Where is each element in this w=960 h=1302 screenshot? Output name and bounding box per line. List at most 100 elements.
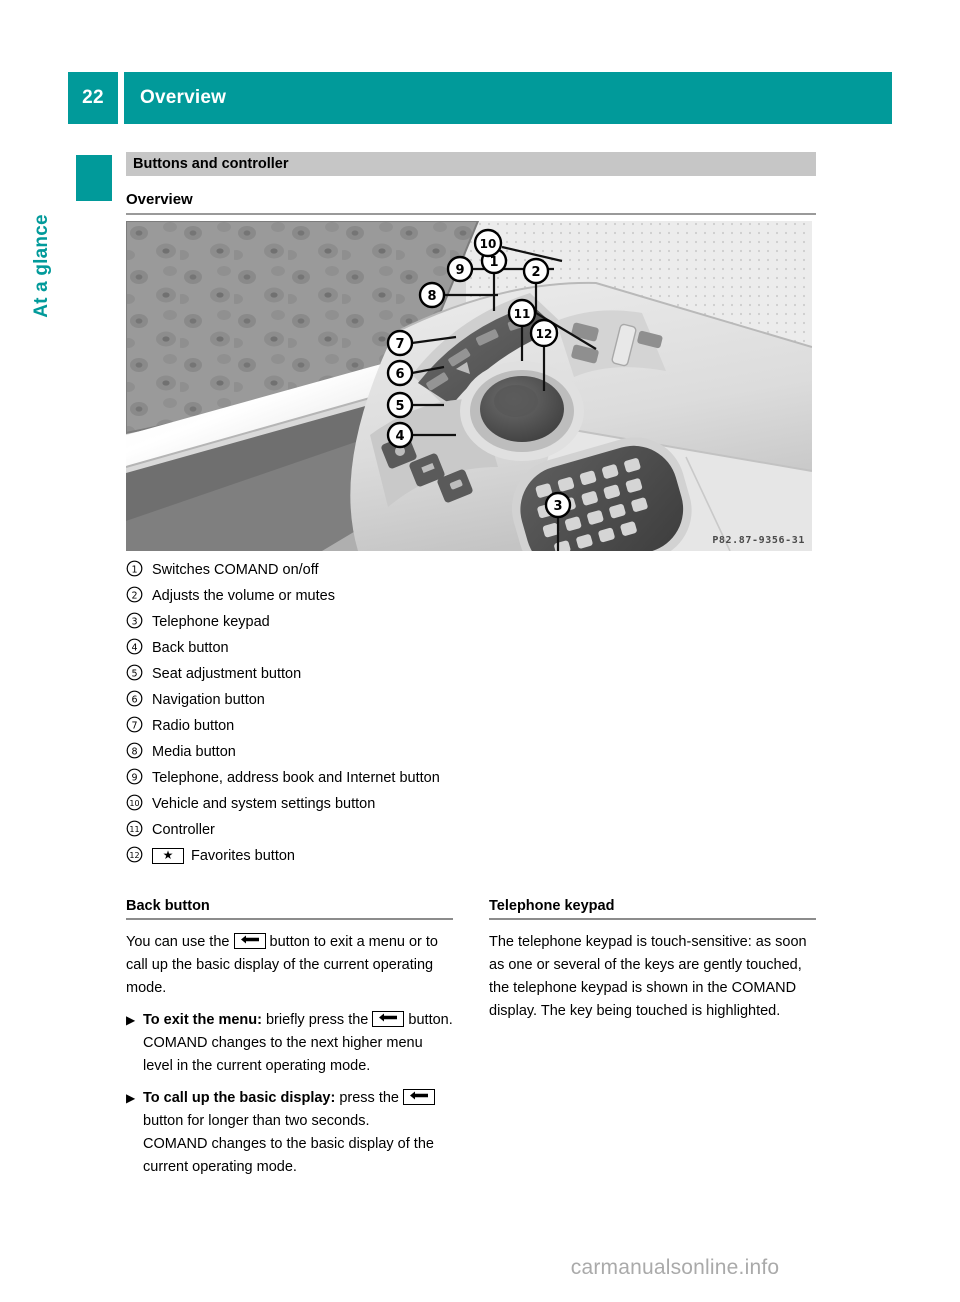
svg-text:4: 4 <box>395 429 404 444</box>
legend-item: 8 Media button <box>126 742 816 768</box>
star-key-icon: ★ <box>152 848 184 864</box>
back-key-icon <box>372 1011 405 1027</box>
svg-text:10: 10 <box>129 799 139 808</box>
page-number: 22 <box>68 72 118 124</box>
svg-text:6: 6 <box>131 694 137 705</box>
svg-text:6: 6 <box>395 367 404 382</box>
text-columns: Back button You can use the button to ex… <box>126 898 816 1179</box>
callout-marker-9-icon: 9 <box>126 768 152 785</box>
back-key-icon <box>233 933 266 949</box>
back-button-intro: You can use the button to exit a menu or… <box>126 931 453 1000</box>
callout-marker-5-icon: 5 <box>126 664 152 681</box>
step-exit-menu: ▶ To exit the menu: briefly press the bu… <box>126 1009 453 1078</box>
svg-text:12: 12 <box>536 327 553 341</box>
callout-marker-11-icon: 11 <box>126 820 152 837</box>
legend-item: 9 Telephone, address book and Internet b… <box>126 768 816 794</box>
legend-item: 2 Adjusts the volume or mutes <box>126 586 816 612</box>
back-button-body: You can use the button to exit a menu or… <box>126 931 453 1179</box>
svg-text:1: 1 <box>489 255 498 270</box>
legend-item-label: Back button <box>152 640 229 656</box>
legend-item-label: Vehicle and system settings button <box>152 796 376 812</box>
step-basic-display-after-key: button for longer than two seconds. <box>143 1113 370 1129</box>
telephone-keypad-heading: Telephone keypad <box>489 898 615 914</box>
svg-text:5: 5 <box>395 399 404 414</box>
svg-text:3: 3 <box>131 616 137 627</box>
legend-item: 10 Vehicle and system settings button <box>126 794 816 820</box>
legend-item-label: Seat adjustment button <box>152 666 302 682</box>
column-back-button: Back button You can use the button to ex… <box>126 898 453 1179</box>
page-content: Buttons and controller Overview 1 2 3 4 … <box>126 152 816 1179</box>
back-button-heading: Back button <box>126 898 210 914</box>
legend-item-label: Telephone keypad <box>152 614 270 630</box>
figure-image-code: P82.87-9356-31 <box>712 535 805 546</box>
legend-item-label: Switches COMAND on/off <box>152 562 319 578</box>
console-photo: 1 2 3 4 5 6 7 8 9 10 11 12 P82.87-9356-3… <box>126 221 812 551</box>
legend-item: 3 Telephone keypad <box>126 612 816 638</box>
legend-item-label: Telephone, address book and Internet but… <box>152 770 440 786</box>
callout-marker-2-icon: 2 <box>126 586 152 603</box>
telephone-keypad-heading-rule <box>489 918 816 920</box>
callout-marker-1-icon: 1 <box>126 560 152 577</box>
step-exit-menu-after-key: button. <box>408 1012 453 1028</box>
callout-marker-6-icon: 6 <box>126 690 152 707</box>
svg-text:12: 12 <box>129 851 139 860</box>
figure-legend: 1 Switches COMAND on/off 2 Adjusts the v… <box>126 560 816 872</box>
legend-item-label: Controller <box>152 822 215 838</box>
step-basic-display: ▶ To call up the basic display: press th… <box>126 1087 453 1179</box>
legend-item: 11 Controller <box>126 820 816 846</box>
chapter-tab-label: At a glance <box>31 214 52 318</box>
step-bullet-icon: ▶ <box>126 1013 136 1027</box>
step-bullet-icon: ▶ <box>126 1091 136 1105</box>
legend-item: 12 ★ Favorites button <box>126 846 816 872</box>
legend-item-label: Navigation button <box>152 692 265 708</box>
svg-text:11: 11 <box>129 825 139 834</box>
svg-text:★: ★ <box>163 849 174 861</box>
step-exit-menu-bold: To exit the menu: <box>143 1012 262 1028</box>
svg-text:10: 10 <box>480 237 497 251</box>
legend-item-label: Media button <box>152 744 236 760</box>
callout-marker-4-icon: 4 <box>126 638 152 655</box>
svg-text:11: 11 <box>514 307 531 321</box>
callout-marker-12-icon: 12 <box>126 846 152 863</box>
svg-text:1: 1 <box>131 564 137 575</box>
step-basic-display-before-key: press the <box>335 1090 399 1106</box>
svg-text:3: 3 <box>553 499 562 514</box>
column-telephone-keypad: Telephone keypad The telephone keypad is… <box>489 898 816 1179</box>
svg-text:7: 7 <box>395 337 404 352</box>
svg-text:5: 5 <box>131 668 137 679</box>
svg-text:9: 9 <box>131 772 137 783</box>
callout-marker-10-icon: 10 <box>126 794 152 811</box>
watermark: carmanualsonline.info <box>0 1256 960 1280</box>
intro-text-before-key: You can use the <box>126 934 230 950</box>
back-button-heading-rule <box>126 918 453 920</box>
svg-text:8: 8 <box>427 289 436 304</box>
legend-item-label: Radio button <box>152 718 235 734</box>
legend-item: 7 Radio button <box>126 716 816 742</box>
callout-marker-8-icon: 8 <box>126 742 152 759</box>
step-exit-menu-before-key: briefly press the <box>261 1012 369 1028</box>
callout-marker-7-icon: 7 <box>126 716 152 733</box>
svg-text:4: 4 <box>131 642 137 653</box>
svg-text:9: 9 <box>455 263 464 278</box>
telephone-keypad-paragraph: The telephone keypad is touch-sensitive:… <box>489 934 807 1019</box>
svg-text:7: 7 <box>131 720 137 731</box>
legend-item-label: Adjusts the volume or mutes <box>152 588 335 604</box>
step-basic-display-followup: COMAND changes to the basic display of t… <box>143 1136 434 1175</box>
step-exit-menu-text: To exit the menu: briefly press the butt… <box>143 1009 453 1078</box>
callout-marker-3-icon: 3 <box>126 612 152 629</box>
svg-text:8: 8 <box>131 746 137 757</box>
chapter-tab-block <box>76 155 112 201</box>
page-title: Overview <box>124 72 892 124</box>
step-basic-display-text: To call up the basic display: press the … <box>143 1087 453 1179</box>
watermark-text: carmanualsonline.info <box>570 1256 780 1279</box>
section-bar-title: Buttons and controller <box>133 156 289 172</box>
page-header: 22 Overview <box>68 72 892 124</box>
legend-item: 5 Seat adjustment button <box>126 664 816 690</box>
heading-rule <box>126 213 816 215</box>
step-exit-menu-followup: COMAND changes to the next higher menu l… <box>143 1035 423 1074</box>
legend-item-label: Favorites button <box>191 848 295 864</box>
section-sub-heading: Overview <box>126 191 193 208</box>
legend-item: 4 Back button <box>126 638 816 664</box>
svg-text:2: 2 <box>131 590 137 601</box>
legend-item: 6 Navigation button <box>126 690 816 716</box>
